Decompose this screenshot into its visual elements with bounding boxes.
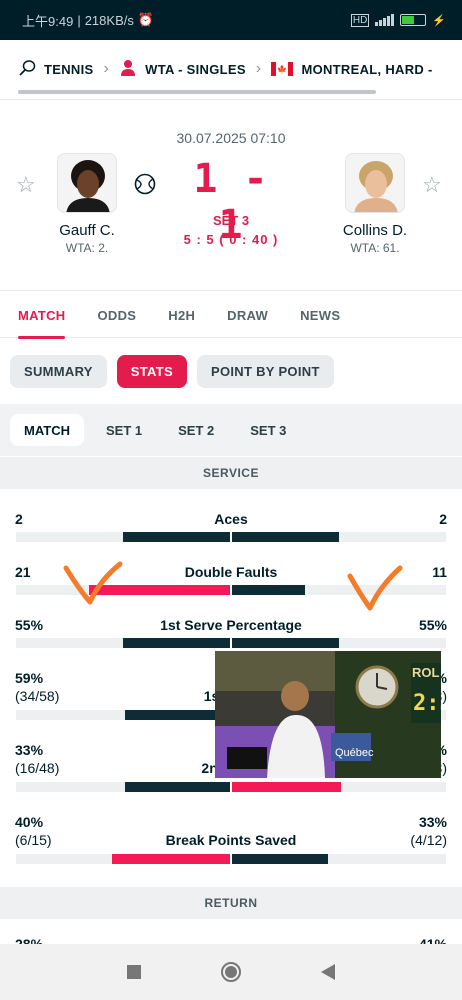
recents-icon[interactable] [127, 965, 141, 979]
match-header: 30.07.2025 07:10 ☆ Gauff C. WTA: 2. 1 - … [0, 100, 462, 290]
stat-row: 40% 33% (6/15) (4/12) Break Points Saved [0, 808, 462, 872]
breadcrumb: TENNIS › WTA - SINGLES › 🍁 MONTREAL, HAR… [0, 40, 462, 100]
away-player-name[interactable]: Collins D. [315, 222, 435, 239]
status-network-speed: 218KB/s [84, 12, 134, 28]
stat-home-bar [123, 532, 230, 542]
breadcrumb-scrollbar[interactable] [18, 90, 376, 94]
stat-home-value: 59% [15, 670, 44, 686]
breadcrumb-tournament[interactable]: MONTREAL, HARD - [301, 62, 432, 77]
stat-home-bar [123, 638, 230, 648]
period-set-1[interactable]: SET 1 [92, 414, 156, 446]
system-nav-bar [0, 944, 462, 1000]
chevron-right-icon: › [103, 60, 110, 77]
status-bar: 上午9:49 | 218KB/s ⏰ HD ⚡ [0, 0, 462, 40]
favorite-star-icon[interactable]: ☆ [422, 172, 442, 198]
tab-odds[interactable]: ODDS [97, 291, 136, 339]
stat-label: 1st Serve Percentage [160, 617, 302, 633]
home-player-name[interactable]: Gauff C. [27, 222, 147, 239]
stat-home-bar-track [16, 638, 230, 648]
battery-icon [400, 14, 427, 26]
period-set-2[interactable]: SET 2 [164, 414, 228, 446]
stat-away-bar-track [232, 585, 446, 595]
stat-away-bar [232, 585, 305, 595]
current-game-score: 5 : 5 ( 0 : 40 ) [183, 232, 279, 247]
tab-news[interactable]: NEWS [300, 291, 340, 339]
video-scoreboard-text: 2:3 [413, 691, 441, 716]
stat-home-bar-track [16, 782, 230, 792]
match-datetime: 30.07.2025 07:10 [176, 130, 286, 146]
breadcrumb-sport[interactable]: TENNIS [44, 62, 93, 77]
stat-away-bar-track [232, 854, 446, 864]
stat-label: Break Points Saved [165, 832, 297, 848]
stat-away-bar [232, 638, 339, 648]
chevron-right-icon: › [255, 60, 262, 77]
away-player-avatar[interactable] [345, 153, 405, 213]
section-header-service: SERVICE [0, 457, 462, 489]
home-icon[interactable] [221, 962, 241, 982]
stat-row: 2 2 Aces [0, 505, 462, 553]
stat-home-bar-track [16, 854, 230, 864]
tab-match[interactable]: MATCH [18, 291, 66, 339]
charging-icon: ⚡ [432, 14, 446, 27]
breadcrumb-category[interactable]: WTA - SINGLES [145, 62, 246, 77]
status-time: 上午9:49 [22, 13, 74, 29]
serving-ball-icon [134, 173, 156, 195]
tab-h2h[interactable]: H2H [168, 291, 195, 339]
main-tabs: MATCH ODDS H2H DRAW NEWS [0, 290, 462, 339]
stat-away-bar-track [232, 532, 446, 542]
current-set-label: SET 3 [212, 213, 250, 228]
favorite-star-icon[interactable]: ☆ [16, 172, 36, 198]
stat-home-bar-track [16, 710, 230, 720]
video-banner-text: Québec [335, 747, 374, 759]
annotation-check-icon [63, 561, 123, 605]
sub-tabs: SUMMARY STATS POINT BY POINT [0, 338, 462, 404]
home-player-avatar[interactable] [57, 153, 117, 213]
back-icon[interactable] [321, 964, 335, 980]
tennis-racket-icon [18, 59, 36, 80]
period-tabs: MATCH SET 1 SET 2 SET 3 [0, 404, 462, 456]
subtab-stats[interactable]: STATS [116, 354, 187, 388]
stat-away-bar-track [232, 782, 446, 792]
stat-away-bar [232, 532, 339, 542]
stat-away-bar [232, 782, 341, 792]
stat-away-bar [232, 854, 328, 864]
stat-home-bar [112, 854, 230, 864]
video-sponsor-text: ROL [412, 665, 440, 680]
subtab-point-by-point[interactable]: POINT BY POINT [196, 354, 334, 388]
signal-icon [375, 14, 395, 26]
period-match[interactable]: MATCH [10, 414, 84, 446]
stat-home-bar [125, 782, 230, 792]
canada-flag-icon: 🍁 [271, 62, 294, 76]
stat-away-bar-track [232, 638, 446, 648]
stat-home-value: 40% [15, 814, 44, 830]
hd-icon: HD [350, 13, 370, 27]
stat-home-bar-track [16, 532, 230, 542]
home-player-rank: WTA: 2. [65, 241, 109, 255]
subtab-summary[interactable]: SUMMARY [10, 354, 107, 388]
stat-label: Aces [214, 511, 248, 527]
period-set-3[interactable]: SET 3 [236, 414, 300, 446]
away-player-rank: WTA: 61. [350, 241, 400, 255]
alarm-icon: ⏰ [137, 12, 155, 27]
stat-home-value: 33% [15, 742, 44, 758]
person-icon [119, 59, 137, 80]
stat-away-value: 33% [418, 814, 447, 830]
picture-in-picture-video[interactable]: ROL 2:3 Québec [215, 651, 441, 778]
section-header-return: RETURN [0, 887, 462, 919]
tab-draw[interactable]: DRAW [227, 291, 268, 339]
annotation-check-icon [347, 565, 403, 611]
